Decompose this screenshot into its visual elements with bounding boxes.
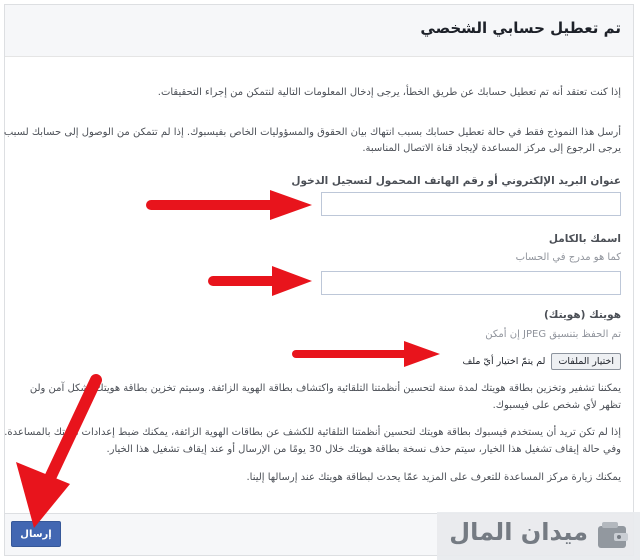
no-file-chosen-text: لم يتمّ اختيار أيّ ملف xyxy=(462,356,546,367)
intro-text: إذا كنت تعتقد أنه تم تعطيل حسابك عن طريق… xyxy=(157,87,621,98)
full-name-label: اسمك بالكامل xyxy=(548,233,621,245)
form-header: تم تعطيل حسابي الشخصي xyxy=(5,5,633,57)
file-picker: اختيار الملفات لم يتمّ اختيار أيّ ملف xyxy=(462,353,621,370)
page-title: تم تعطيل حسابي الشخصي xyxy=(420,19,621,37)
id-field-label: هويتك (هويتك) xyxy=(544,309,621,321)
id-field-hint: تم الحفظ بتنسيق JPEG إن أمكن xyxy=(485,329,621,340)
watermark-brand-text: ميدان المال xyxy=(449,518,588,546)
id-storage-info-line1: يمكننا تشفير وتخزين بطاقة هويتك لمدة سنة… xyxy=(29,383,621,394)
id-usage-info-line2: وفي حالة إيقاف تشغيل هذا الخيار، سيتم حذ… xyxy=(106,444,621,455)
full-name-field[interactable] xyxy=(321,271,621,295)
notice-text-line2: يرجى الرجوع إلى مركز المساعدة لإيجاد قنا… xyxy=(362,143,621,154)
submit-button[interactable]: إرسال xyxy=(11,521,61,547)
email-field-label: عنوان البريد الإلكتروني أو رقم الهاتف ال… xyxy=(291,175,621,187)
notice-text-line1: أرسل هذا النموذج فقط في حالة تعطيل حسابك… xyxy=(0,127,621,138)
choose-files-button[interactable]: اختيار الملفات xyxy=(551,353,621,370)
wallet-icon xyxy=(598,522,628,548)
full-name-hint: كما هو مدرج في الحساب xyxy=(515,252,621,263)
watermark-logo: ميدان المال xyxy=(437,512,640,560)
email-field[interactable] xyxy=(321,192,621,216)
id-storage-info-line2: تظهر لأي شخص على فيسبوك. xyxy=(492,400,621,411)
id-usage-info-line1: إذا لم تكن تريد أن يستخدم فيسبوك بطاقة ه… xyxy=(4,427,621,438)
help-center-text: يمكنك زيارة مركز المساعدة للتعرف على الم… xyxy=(246,472,622,483)
disabled-account-form: تم تعطيل حسابي الشخصي إذا كنت تعتقد أنه … xyxy=(0,4,634,556)
